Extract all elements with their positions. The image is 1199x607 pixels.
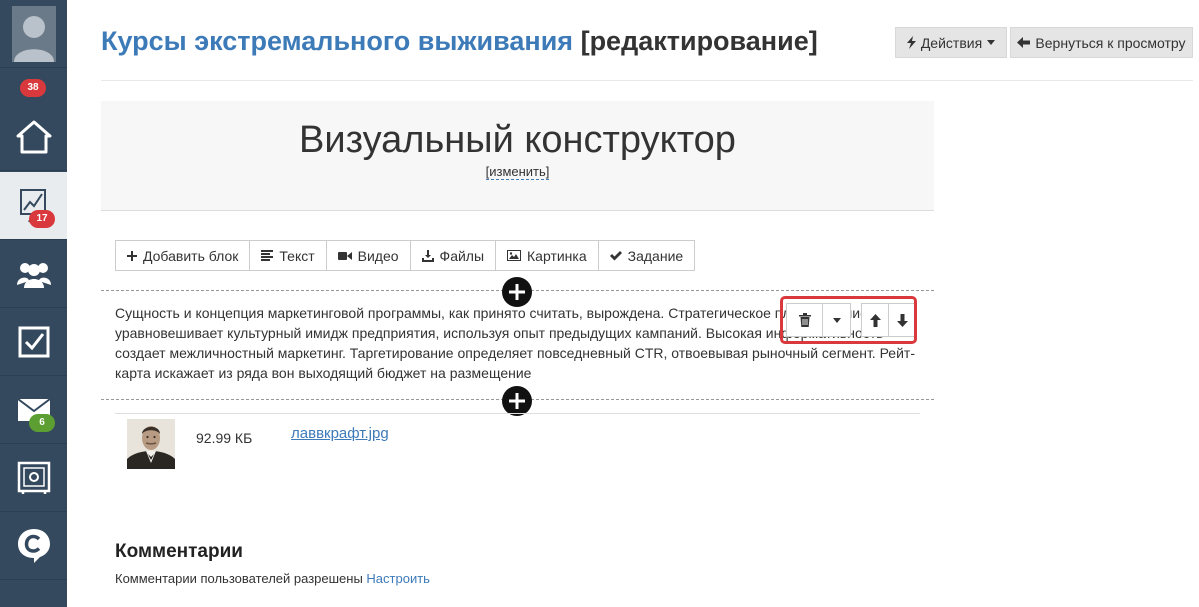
- task-block-button[interactable]: Задание: [598, 241, 695, 270]
- tools-highlight-frame: [780, 296, 917, 344]
- avatar[interactable]: [0, 0, 67, 68]
- course-title: Курсы экстремального выживания: [101, 26, 574, 56]
- add-block-label: Добавить блок: [143, 247, 239, 264]
- video-block-label: Видео: [357, 247, 399, 264]
- plus-icon: [509, 393, 525, 409]
- file-size: 92.99 КБ: [196, 430, 253, 446]
- lesson-title: Визуальный конструктор: [299, 119, 736, 161]
- actions-dropdown-button[interactable]: Действия: [895, 27, 1007, 58]
- comments-title: Комментарии: [115, 541, 243, 562]
- actions-label: Действия: [920, 34, 983, 51]
- lesson-hero: Визуальный конструктор [изменить]: [101, 101, 934, 211]
- portrait-thumbnail-image: [127, 419, 175, 469]
- file-divider: [115, 413, 920, 414]
- lightning-icon: [906, 36, 916, 49]
- picture-block-label: Картинка: [527, 247, 587, 264]
- training-badge: 17: [29, 210, 55, 228]
- files-block-label: Файлы: [439, 247, 485, 264]
- back-to-view-button[interactable]: Вернуться к просмотру: [1010, 27, 1193, 58]
- title-suffix: [редактирование]: [580, 26, 818, 56]
- picture-icon: [507, 250, 522, 261]
- home-icon: [16, 120, 51, 153]
- brand-c-icon: [17, 528, 50, 563]
- file-thumbnail[interactable]: [127, 419, 175, 469]
- text-block-button[interactable]: Текст: [250, 241, 327, 270]
- back-label: Вернуться к просмотру: [1035, 34, 1186, 51]
- page-title: Курсы экстремального выживания [редактир…: [101, 26, 818, 57]
- sidebar-item-brand[interactable]: [0, 512, 67, 580]
- checkbox-icon: [18, 326, 49, 357]
- file-name-link[interactable]: лаввкрафт.jpg: [291, 425, 389, 442]
- configure-comments-link[interactable]: Настроить: [366, 571, 430, 586]
- sidebar: 38 17 6: [0, 0, 67, 607]
- edit-title-link[interactable]: [изменить]: [485, 164, 550, 180]
- picture-block-button[interactable]: Картинка: [496, 241, 599, 270]
- video-camera-icon: [337, 251, 352, 260]
- download-icon: [421, 249, 434, 262]
- text-block-label: Текст: [279, 247, 315, 264]
- add-block-button[interactable]: Добавить блок: [116, 241, 251, 270]
- arrow-left-icon: [1017, 37, 1031, 48]
- safe-icon: [17, 461, 50, 494]
- comments-note: Комментарии пользователей разрешены Наст…: [115, 571, 430, 586]
- header-divider: [101, 80, 1193, 81]
- plus-icon: [509, 284, 525, 300]
- user-silhouette-icon: [12, 5, 56, 62]
- block-toolbar: Добавить блок Текст Видео Файлы Картинка…: [115, 240, 696, 271]
- messages-badge: 6: [29, 414, 55, 432]
- task-block-label: Задание: [627, 247, 684, 264]
- checkmark-icon: [609, 250, 622, 260]
- sidebar-item-tasks[interactable]: [0, 308, 67, 376]
- caret-down-icon: [987, 40, 996, 45]
- sidebar-item-users[interactable]: [0, 240, 67, 308]
- plus-icon: [127, 250, 137, 261]
- sidebar-item-training[interactable]: 17: [0, 172, 67, 240]
- text-lines-icon: [261, 250, 274, 261]
- insert-block-bottom-button[interactable]: [502, 386, 532, 416]
- sidebar-item-safe[interactable]: [0, 444, 67, 512]
- sidebar-item-home[interactable]: [0, 103, 67, 171]
- users-group-icon: [16, 262, 51, 288]
- sidebar-item-messages[interactable]: 6: [0, 376, 67, 444]
- home-badge: 38: [20, 79, 46, 97]
- files-block-button[interactable]: Файлы: [410, 241, 497, 270]
- comments-note-text: Комментарии пользователей разрешены: [115, 571, 363, 586]
- video-block-button[interactable]: Видео: [326, 241, 411, 270]
